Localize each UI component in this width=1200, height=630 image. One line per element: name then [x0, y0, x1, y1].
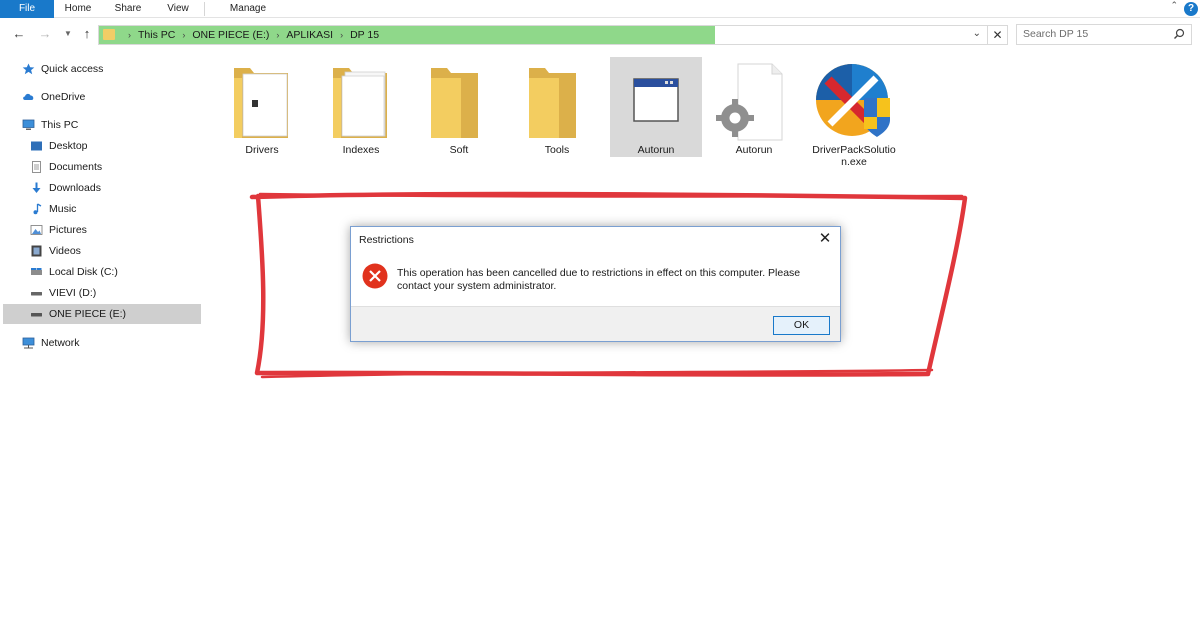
restrictions-dialog: Restrictions ✕ This operation has been c… — [350, 226, 841, 342]
error-icon — [362, 263, 388, 289]
ok-button[interactable]: OK — [773, 316, 830, 335]
dialog-footer: OK — [351, 306, 840, 341]
dialog-title: Restrictions — [359, 234, 414, 246]
dialog-message: This operation has been cancelled due to… — [397, 267, 801, 292]
close-icon[interactable]: ✕ — [814, 229, 836, 249]
